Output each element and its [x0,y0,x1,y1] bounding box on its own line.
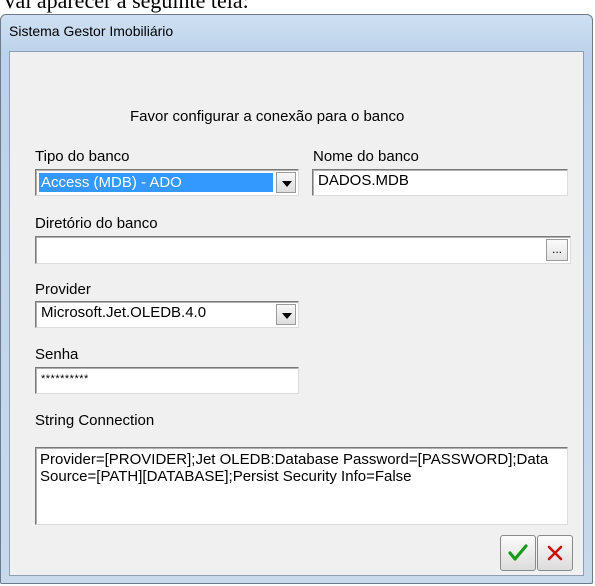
string-connection-value: Provider=[PROVIDER];Jet OLEDB:Database P… [40,451,549,485]
diretorio-label: Diretório do banco [35,215,158,232]
nome-banco-value: DADOS.MDB [318,172,409,189]
title-bar[interactable]: Sistema Gestor Imobiliário [1,15,592,51]
tipo-banco-select[interactable]: Access (MDB) - ADO [35,169,299,196]
provider-label: Provider [35,281,91,298]
page-caption: Vai aparecer a seguinte tela: [2,0,249,13]
diretorio-input[interactable]: ... [35,236,571,264]
cancel-button[interactable] [537,535,573,571]
close-icon [547,545,563,561]
tipo-banco-value: Access (MDB) - ADO [41,174,182,191]
check-icon [508,544,528,561]
senha-label: Senha [35,346,79,363]
nome-banco-input[interactable]: DADOS.MDB [312,169,568,196]
chevron-down-icon [282,181,292,187]
chevron-down-icon [282,313,292,319]
window-title: Sistema Gestor Imobiliário [9,23,174,39]
browse-button[interactable]: ... [546,239,568,261]
tipo-banco-dropdown-button[interactable] [276,172,296,193]
nome-banco-label: Nome do banco [313,148,419,165]
dialog-body: Favor configurar a conexão para o banco … [9,51,584,576]
string-connection-label: String Connection [35,412,155,429]
provider-value: Microsoft.Jet.OLEDB.4.0 [41,304,207,321]
intro-text: Favor configurar a conexão para o banco [130,108,405,125]
ok-button[interactable] [500,535,536,571]
senha-value: ********** [41,373,89,385]
senha-input[interactable]: ********** [35,367,299,394]
string-connection-textarea[interactable]: Provider=[PROVIDER];Jet OLEDB:Database P… [35,447,568,525]
provider-select[interactable]: Microsoft.Jet.OLEDB.4.0 [35,301,299,328]
dialog-window: Sistema Gestor Imobiliário Favor configu… [0,14,593,584]
tipo-banco-selection: Access (MDB) - ADO [39,173,273,192]
tipo-banco-label: Tipo do banco [35,148,130,165]
provider-dropdown-button[interactable] [276,304,296,325]
